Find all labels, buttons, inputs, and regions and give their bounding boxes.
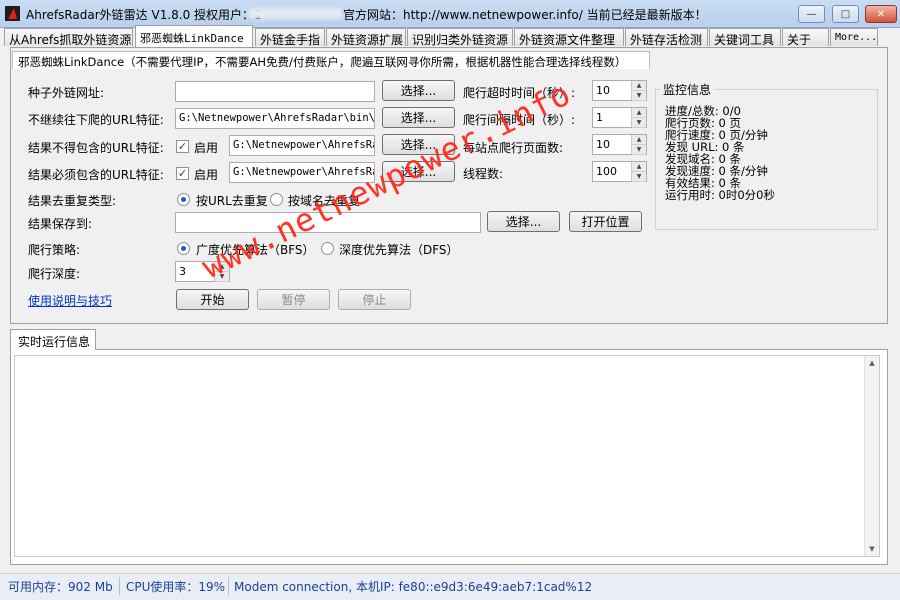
depth-value: 3	[179, 265, 186, 278]
status-bar: 可用内存：902 Mb CPU使用率：19% Modem connection,…	[0, 573, 900, 600]
noncrawl-input[interactable]: G:\Netnewpower\AhrefsRadar\bin\x64\De	[175, 108, 375, 129]
window-title-website: 官方网站：http://www.netnewpower.info/ 当前已经是最…	[343, 8, 707, 22]
tab-resource-expand[interactable]: 外链资源扩展	[326, 28, 406, 46]
help-link[interactable]: 使用说明与技巧	[28, 292, 112, 309]
close-button[interactable]: ✕	[865, 5, 897, 23]
depth-stepper[interactable]: 3 ▲ ▼	[175, 261, 230, 282]
log-textarea[interactable]	[14, 355, 880, 557]
exclude-input[interactable]: G:\Netnewpower\AhrefsRadar	[229, 135, 375, 156]
log-scrollbar[interactable]: ▲ ▼	[864, 356, 879, 556]
exclude-select-button[interactable]: 选择...	[382, 134, 455, 155]
dedupe-by-url-radio[interactable]	[177, 193, 190, 206]
app-logo-icon	[5, 6, 20, 21]
threads-down-icon[interactable]: ▼	[632, 172, 646, 182]
tab-ahrefs-crawl[interactable]: 从Ahrefs抓取外链资源	[4, 28, 133, 46]
threads-value: 100	[596, 165, 617, 178]
save-path-input[interactable]	[175, 212, 481, 233]
pages-up-icon[interactable]: ▲	[632, 135, 646, 145]
status-network: Modem connection, 本机IP: fe80::e9d3:6e49:…	[234, 580, 593, 594]
interval-down-icon[interactable]: ▼	[632, 118, 646, 128]
depth-up-icon[interactable]: ▲	[215, 262, 229, 272]
stop-button[interactable]: 停止	[338, 289, 411, 310]
pages-per-site-label: 每站点爬行页面数:	[463, 141, 564, 155]
exclude-enable-checkbox[interactable]: ✓	[176, 140, 189, 153]
timeout-stepper[interactable]: 10 ▲ ▼	[592, 80, 647, 101]
interval-up-icon[interactable]: ▲	[632, 108, 646, 118]
tab-resource-files[interactable]: 外链资源文件整理	[514, 28, 624, 46]
timeout-value: 10	[596, 84, 610, 97]
tab-keyword-tools[interactable]: 关键词工具	[709, 28, 781, 46]
seed-select-button[interactable]: 选择...	[382, 80, 455, 101]
threads-up-icon[interactable]: ▲	[632, 162, 646, 172]
timeout-down-icon[interactable]: ▼	[632, 91, 646, 101]
include-label: 结果必须包含的URL特征:	[28, 168, 164, 182]
tab-more[interactable]: More...	[830, 28, 878, 46]
save-select-button[interactable]: 选择...	[487, 211, 560, 232]
scroll-up-icon[interactable]: ▲	[865, 356, 879, 370]
dedupe-by-url-label: 按URL去重复	[196, 194, 268, 208]
interval-stepper[interactable]: 1 ▲ ▼	[592, 107, 647, 128]
exclude-label: 结果不得包含的URL特征:	[28, 141, 164, 155]
interval-label: 爬行间隔时间（秒）:	[463, 113, 576, 127]
strategy-dfs-label: 深度优先算法（DFS）	[339, 243, 459, 257]
depth-label: 爬行深度:	[28, 267, 81, 281]
monitor-title: 监控信息	[660, 81, 715, 98]
tab-realtime-log[interactable]: 实时运行信息	[10, 329, 96, 350]
dedupe-by-domain-radio[interactable]	[270, 193, 283, 206]
exclude-enable-label: 启用	[194, 141, 219, 155]
window-title: AhrefsRadar外链雷达 V1.8.0 授权用户：1	[26, 8, 262, 22]
dedupe-by-domain-label: 按域名去重复	[288, 194, 361, 208]
timeout-label: 爬行超时时间（秒）:	[463, 86, 576, 100]
include-enable-checkbox[interactable]: ✓	[176, 167, 189, 180]
tab-liveness-check[interactable]: 外链存活检测	[625, 28, 708, 46]
start-button[interactable]: 开始	[176, 289, 249, 310]
tab-classify-resources[interactable]: 识别归类外链资源	[407, 28, 513, 46]
main-tab-bar: 从Ahrefs抓取外链资源 邪恶蜘蛛LinkDance 外链金手指 外链资源扩展…	[4, 25, 898, 47]
seed-url-label: 种子外链网址:	[28, 86, 105, 100]
strategy-label: 爬行策略:	[28, 243, 81, 257]
pause-button[interactable]: 暂停	[257, 289, 330, 310]
interval-value: 1	[596, 111, 603, 124]
minimize-button[interactable]: —	[798, 5, 825, 23]
status-divider	[119, 577, 120, 595]
seed-url-input[interactable]	[175, 81, 375, 102]
dedupe-label: 结果去重复类型:	[28, 194, 117, 208]
panel-header: 邪恶蜘蛛LinkDance（不需要代理IP，不需要AH免费/付费账户，爬遍互联网…	[12, 51, 650, 69]
monitor-runtime: 运行用时: 0时0分0秒	[665, 188, 775, 202]
timeout-up-icon[interactable]: ▲	[632, 81, 646, 91]
strategy-bfs-radio[interactable]	[177, 242, 190, 255]
scroll-down-icon[interactable]: ▼	[865, 542, 879, 556]
strategy-dfs-radio[interactable]	[321, 242, 334, 255]
threads-stepper[interactable]: 100 ▲ ▼	[592, 161, 647, 182]
threads-label: 线程数:	[463, 167, 504, 181]
include-select-button[interactable]: 选择...	[382, 161, 455, 182]
status-cpu: CPU使用率：19%	[126, 580, 226, 594]
maximize-button[interactable]: □	[832, 5, 859, 23]
open-location-button[interactable]: 打开位置	[569, 211, 642, 232]
tab-linkdance[interactable]: 邪恶蜘蛛LinkDance	[135, 25, 253, 47]
status-divider	[228, 577, 229, 595]
tab-about[interactable]: 关于	[782, 28, 829, 46]
save-to-label: 结果保存到:	[28, 217, 93, 231]
pages-per-site-stepper[interactable]: 10 ▲ ▼	[592, 134, 647, 155]
strategy-bfs-label: 广度优先算法（BFS）	[196, 243, 315, 257]
tab-golden-finger[interactable]: 外链金手指	[255, 28, 325, 46]
pages-per-site-value: 10	[596, 138, 610, 151]
pages-down-icon[interactable]: ▼	[632, 145, 646, 155]
include-enable-label: 启用	[194, 168, 219, 182]
status-memory: 可用内存：902 Mb	[8, 580, 113, 594]
redacted-username	[248, 8, 343, 19]
noncrawl-label: 不继续往下爬的URL特征:	[28, 113, 164, 127]
include-input[interactable]: G:\Netnewpower\AhrefsRadar	[229, 162, 375, 183]
depth-down-icon[interactable]: ▼	[215, 272, 229, 282]
noncrawl-select-button[interactable]: 选择...	[382, 107, 455, 128]
